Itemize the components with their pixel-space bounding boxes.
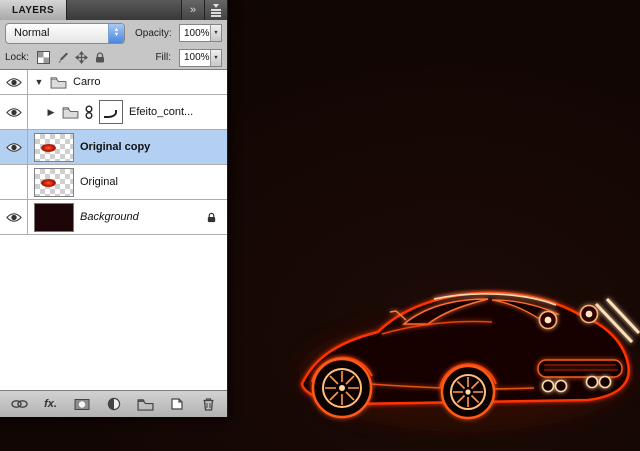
lock-paint-icon[interactable]: [55, 51, 70, 65]
layer-row-body: Background: [28, 200, 227, 234]
layer-thumbnail[interactable]: [34, 203, 74, 232]
layer-row-body: ▶ Efeito_cont...: [28, 95, 227, 129]
glowing-car-image: [286, 262, 640, 438]
layer-name: Original: [80, 176, 118, 188]
link-layers-button[interactable]: [10, 395, 28, 413]
layer-name: Original copy: [80, 141, 150, 153]
layer-list: ▼ Carro ▶ Efeito_cont...: [0, 69, 227, 390]
layer-row-body: Original: [28, 165, 227, 199]
adjustment-layer-icon: [107, 397, 121, 411]
layer-row-body: Original copy: [28, 130, 227, 164]
photoshop-workspace: LAYERS » Normal ▲▼ Opacity: 100% ▼: [0, 0, 640, 451]
lock-buttons: [36, 51, 108, 65]
opacity-dropdown-icon[interactable]: ▼: [210, 25, 221, 41]
layer-name: Background: [80, 211, 139, 223]
visibility-toggle[interactable]: [0, 70, 28, 94]
folder-icon: [50, 76, 67, 89]
opacity-field[interactable]: 100% ▼: [179, 24, 222, 42]
blend-mode-value: Normal: [14, 27, 49, 39]
thumbnail-car-preview: [41, 179, 56, 187]
panel-footer: fx.: [0, 390, 227, 417]
lock-transparency-icon[interactable]: [36, 51, 51, 65]
chain-link-icon: [11, 398, 28, 410]
eye-icon: [6, 77, 22, 88]
background-lock-icon: [206, 211, 217, 224]
visibility-toggle[interactable]: [0, 95, 28, 129]
layer-row-body: ▼ Carro: [28, 70, 227, 94]
layer-row-carro[interactable]: ▼ Carro: [0, 70, 227, 95]
layer-mask-icon: [74, 398, 90, 411]
layer-thumbnail[interactable]: [34, 168, 74, 197]
add-layer-mask-button[interactable]: [73, 395, 91, 413]
group-thumbnail[interactable]: [99, 100, 123, 124]
blend-mode-select[interactable]: Normal ▲▼: [5, 23, 125, 44]
layer-row-original-copy[interactable]: Original copy: [0, 130, 227, 165]
fx-icon: fx.: [44, 398, 57, 410]
layer-name: Carro: [73, 76, 101, 88]
thumbnail-car-preview: [41, 144, 56, 152]
lock-label: Lock:: [5, 52, 29, 63]
layer-styles-button[interactable]: fx.: [42, 395, 60, 413]
eye-icon: [6, 107, 22, 118]
collapse-icon: »: [190, 4, 196, 16]
blend-mode-stepper-icon: ▲▼: [108, 24, 124, 43]
layer-row-background[interactable]: Background: [0, 200, 227, 235]
fill-dropdown-icon[interactable]: ▼: [210, 50, 221, 66]
trash-icon: [202, 397, 215, 411]
delete-layer-button[interactable]: [199, 395, 217, 413]
tab-layers[interactable]: LAYERS: [0, 0, 67, 20]
fill-label: Fill:: [155, 52, 171, 63]
layer-name: Efeito_cont...: [129, 106, 193, 118]
link-icon: [85, 105, 93, 120]
eye-icon: [6, 142, 22, 153]
new-group-button[interactable]: [136, 395, 154, 413]
new-layer-button[interactable]: [168, 395, 186, 413]
opacity-value: 100%: [184, 28, 210, 39]
layer-row-original[interactable]: Original: [0, 165, 227, 200]
panel-menu-button[interactable]: [204, 0, 227, 20]
collapse-panel-button[interactable]: »: [181, 0, 204, 20]
lock-move-icon[interactable]: [74, 51, 89, 65]
panel-title: LAYERS: [12, 5, 54, 16]
fill-field[interactable]: 100% ▼: [179, 49, 222, 67]
new-adjustment-layer-button[interactable]: [105, 395, 123, 413]
layer-row-efeito[interactable]: ▶ Efeito_cont...: [0, 95, 227, 130]
disclosure-expanded-icon[interactable]: ▼: [34, 77, 44, 87]
opacity-label: Opacity:: [135, 28, 172, 39]
blend-opacity-row: Normal ▲▼ Opacity: 100% ▼: [0, 20, 227, 46]
folder-icon: [62, 106, 79, 119]
visibility-toggle[interactable]: [0, 200, 28, 234]
panel-menu-icon: [211, 4, 221, 17]
layers-panel: LAYERS » Normal ▲▼ Opacity: 100% ▼: [0, 0, 228, 417]
new-group-folder-icon: [137, 398, 154, 411]
visibility-toggle[interactable]: [0, 165, 28, 199]
panel-tab-bar: LAYERS »: [0, 0, 227, 20]
lock-fill-row: Lock: Fill: 100% ▼: [0, 46, 227, 69]
lock-all-icon[interactable]: [93, 51, 108, 65]
eye-icon: [6, 212, 22, 223]
disclosure-collapsed-icon[interactable]: ▶: [46, 107, 56, 118]
fill-value: 100%: [184, 52, 210, 63]
tab-bar-spacer: [67, 0, 181, 20]
new-layer-icon: [170, 397, 184, 411]
visibility-toggle[interactable]: [0, 130, 28, 164]
layer-thumbnail[interactable]: [34, 133, 74, 162]
